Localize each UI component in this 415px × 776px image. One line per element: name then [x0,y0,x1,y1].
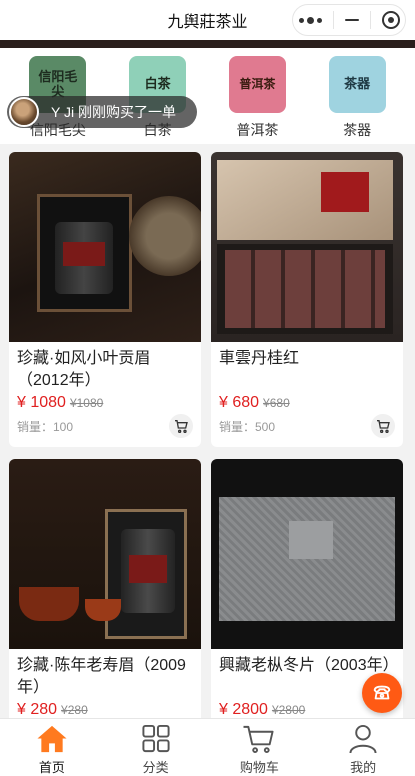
tab-cart[interactable]: 购物车 [219,719,299,776]
more-icon[interactable] [298,16,322,24]
tab-category[interactable]: 分类 [116,719,196,776]
tab-label: 分类 [142,760,169,775]
category-label: 茶器 [343,122,372,138]
add-to-cart-icon[interactable] [371,414,395,438]
capsule-divider [369,11,371,29]
minimize-icon[interactable] [344,19,359,21]
banner-edge [0,40,415,48]
product-image[interactable] [9,152,201,342]
close-target-icon[interactable] [381,11,400,29]
sales-row: 销量：500 [211,414,403,438]
phone-call-button[interactable] [362,673,402,713]
cart-icon [243,725,274,754]
original-price: ¥2800 [271,703,306,717]
avatar [9,97,39,127]
tab-label: 购物车 [239,760,279,775]
category-item-teaware[interactable]: 茶器 茶器 [312,48,402,144]
product-name: 珍藏·陈年老寿眉（2009年） [17,657,186,696]
tab-label: 我的 [350,760,377,775]
app-root: 九舆莊茶业 信阳毛尖 信阳毛尖 白茶 白茶 普洱茶 普洱茶 茶器 茶器 Y Ji… [0,0,415,776]
product-price: ¥ 680 [219,394,260,411]
puer-tea-icon: 普洱茶 [228,56,286,113]
product-image[interactable] [9,459,201,649]
home-icon [37,725,67,753]
price-row: ¥ 680 ¥680 [211,394,403,412]
product-price: ¥ 280 [17,701,58,718]
teaware-icon: 茶器 [328,56,386,113]
product-price: ¥ 1080 [17,394,66,411]
product-grid: 珍藏·如风小叶贡眉（2012年） ¥ 1080 ¥1080 销量：100 車雲丹… [0,152,415,718]
price-row: ¥ 1080 ¥1080 [9,394,201,412]
product-image[interactable] [211,459,403,649]
product-name: 車雲丹桂红 [219,350,300,367]
product-price: ¥ 2800 [219,701,268,718]
phone-icon [373,685,391,700]
top-bar: 九舆莊茶业 [0,0,415,40]
tab-home[interactable]: 首页 [12,719,92,776]
category-label: 普洱茶 [236,122,279,138]
sales-count: 销量：100 [17,419,74,434]
grid-icon [142,724,170,753]
page-title: 九舆莊茶业 [167,14,248,31]
product-image[interactable] [211,152,403,342]
tab-profile[interactable]: 我的 [323,719,403,776]
original-price: ¥680 [263,396,290,410]
user-icon [349,724,377,754]
product-card[interactable]: 珍藏·陈年老寿眉（2009年） ¥ 280 ¥280 [9,459,201,718]
capsule-divider [332,11,334,29]
sales-row: 销量：100 [9,414,201,438]
sales-count: 销量：500 [219,419,276,434]
tab-label: 首页 [38,760,65,775]
product-card[interactable]: 珍藏·如风小叶贡眉（2012年） ¥ 1080 ¥1080 销量：100 [9,152,201,447]
mini-program-capsule [292,4,406,36]
original-price: ¥1080 [69,396,104,410]
category-item-puer[interactable]: 普洱茶 普洱茶 [212,48,302,144]
product-card[interactable]: 車雲丹桂红 ¥ 680 ¥680 销量：500 [211,152,403,447]
purchase-notice: Y Ji 刚刚购买了一单 [7,96,197,128]
price-row: ¥ 280 ¥280 [9,701,201,718]
notice-text: Y Ji 刚刚购买了一单 [51,104,176,120]
original-price: ¥280 [61,703,88,717]
product-name: 珍藏·如风小叶贡眉（2012年） [17,350,151,389]
bottom-tab-bar: 首页 分类 购物车 我的 [0,718,415,776]
add-to-cart-icon[interactable] [169,414,193,438]
